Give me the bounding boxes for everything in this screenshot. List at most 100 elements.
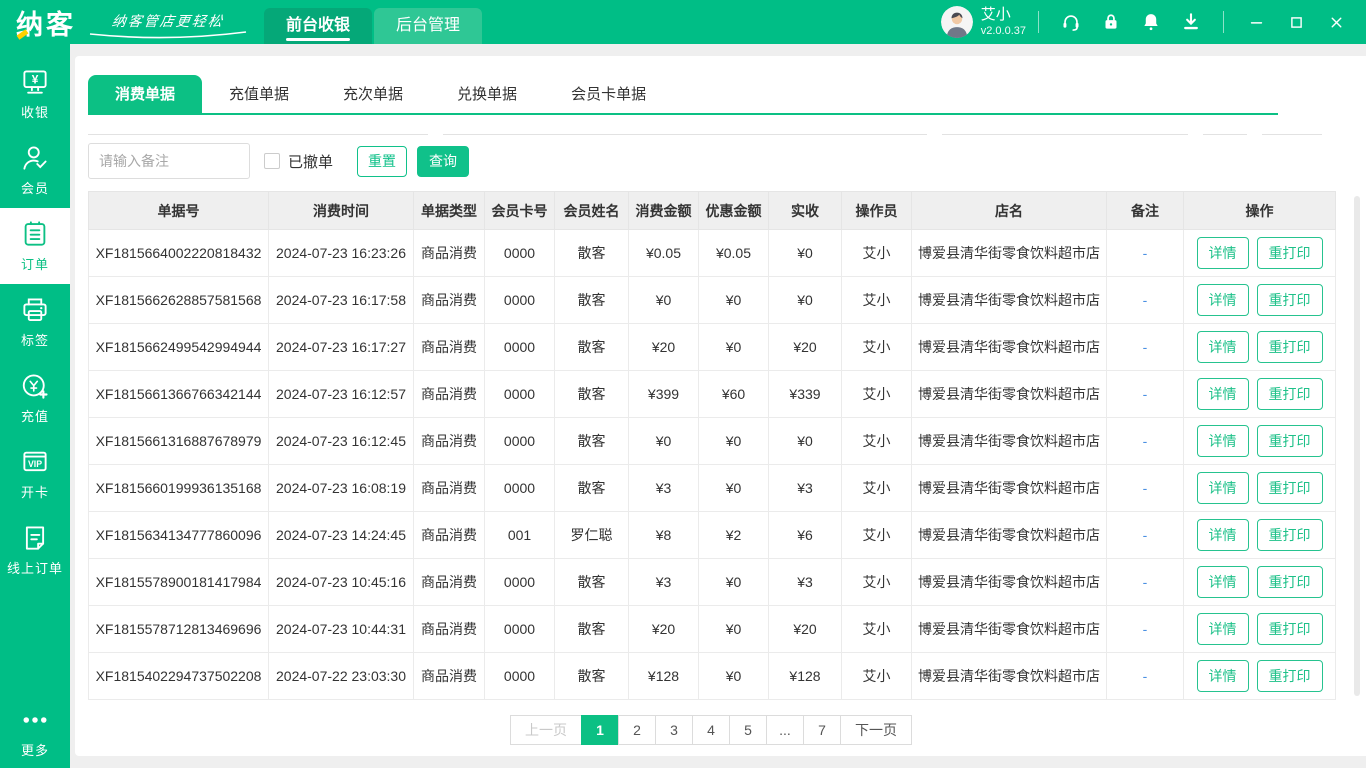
column-header-消费金额: 消费金额 <box>629 192 699 230</box>
tab-会员卡单据[interactable]: 会员卡单据 <box>544 75 673 113</box>
page-button-5[interactable]: 5 <box>729 715 767 745</box>
page-ellipsis[interactable]: ... <box>766 715 804 745</box>
reprint-button[interactable]: 重打印 <box>1257 566 1323 598</box>
column-header-单据号: 单据号 <box>89 192 269 230</box>
sidebar-item-线上订单[interactable]: 线上订单 <box>0 512 70 588</box>
cell-amount: ¥0.05 <box>629 230 699 277</box>
cancelled-checkbox-label: 已撤单 <box>288 151 333 172</box>
cell-amount: ¥399 <box>629 371 699 418</box>
reprint-button[interactable]: 重打印 <box>1257 378 1323 410</box>
page-button-2[interactable]: 2 <box>618 715 656 745</box>
close-icon[interactable] <box>1316 0 1356 44</box>
sidebar-item-订单[interactable]: 订单 <box>0 208 70 284</box>
remark-input[interactable] <box>88 143 250 179</box>
cell-actions: 详情重打印 <box>1184 324 1336 371</box>
detail-button[interactable]: 详情 <box>1197 613 1249 645</box>
lock-icon[interactable] <box>1091 0 1131 44</box>
minimize-icon[interactable] <box>1236 0 1276 44</box>
sidebar-item-会员[interactable]: 会员 <box>0 132 70 208</box>
sidebar-item-标签[interactable]: 标签 <box>0 284 70 360</box>
table-row: XF18156613168876789792024-07-23 16:12:45… <box>89 418 1336 465</box>
cell-bill_no: XF1815660199936135168 <box>89 465 269 512</box>
cell-card_no: 0000 <box>485 230 555 277</box>
filter-field-underline[interactable] <box>88 119 428 135</box>
tab-充值单据[interactable]: 充值单据 <box>202 75 316 113</box>
cell-remark: - <box>1107 512 1184 559</box>
detail-button[interactable]: 详情 <box>1197 472 1249 504</box>
cell-operator: 艾小 <box>842 230 912 277</box>
cell-remark: - <box>1107 653 1184 700</box>
cell-store: 博爱县清华街零食饮料超市店 <box>912 324 1107 371</box>
bell-icon[interactable] <box>1131 0 1171 44</box>
cell-paid: ¥339 <box>769 371 842 418</box>
reprint-button[interactable]: 重打印 <box>1257 660 1323 692</box>
detail-button[interactable]: 详情 <box>1197 237 1249 269</box>
filter-field-underline[interactable] <box>443 119 927 135</box>
detail-button[interactable]: 详情 <box>1197 378 1249 410</box>
cell-time: 2024-07-23 16:23:26 <box>269 230 414 277</box>
cell-card_no: 0000 <box>485 418 555 465</box>
tab-消费单据[interactable]: 消费单据 <box>88 75 202 113</box>
sidebar-item-更多[interactable]: 更多 <box>0 700 70 764</box>
main-nav-tabs: 前台收银后台管理 <box>264 8 484 44</box>
detail-button[interactable]: 详情 <box>1197 566 1249 598</box>
detail-button[interactable]: 详情 <box>1197 519 1249 551</box>
filter-field-underline[interactable] <box>1262 119 1322 135</box>
reset-button[interactable]: 重置 <box>357 146 407 177</box>
cell-paid: ¥20 <box>769 324 842 371</box>
reprint-button[interactable]: 重打印 <box>1257 519 1323 551</box>
label-printer-icon <box>20 295 50 325</box>
slogan-swoosh-underline <box>88 31 248 40</box>
cell-operator: 艾小 <box>842 324 912 371</box>
tab-充次单据[interactable]: 充次单据 <box>316 75 430 113</box>
sidebar-item-收银[interactable]: ¥收银 <box>0 56 70 132</box>
table-scrollbar[interactable] <box>1354 196 1360 696</box>
reprint-button[interactable]: 重打印 <box>1257 284 1323 316</box>
cell-member: 散客 <box>555 418 629 465</box>
cancelled-checkbox[interactable] <box>264 153 280 169</box>
nav-tab-active[interactable]: 前台收银 <box>264 8 372 44</box>
cell-member: 散客 <box>555 324 629 371</box>
customer-service-icon[interactable] <box>1051 0 1091 44</box>
reprint-button[interactable]: 重打印 <box>1257 613 1323 645</box>
sidebar-item-充值[interactable]: 充值 <box>0 360 70 436</box>
nav-tab-inactive[interactable]: 后台管理 <box>374 8 482 44</box>
prev-page-button: 上一页 <box>510 715 582 745</box>
download-icon[interactable] <box>1171 0 1211 44</box>
cell-discount: ¥2 <box>699 512 769 559</box>
filter-field-underline[interactable] <box>942 119 1188 135</box>
next-page-button[interactable]: 下一页 <box>840 715 912 745</box>
column-header-备注: 备注 <box>1107 192 1184 230</box>
content-card: 消费单据充值单据充次单据兑换单据会员卡单据 已撤单 重置 查询 <box>75 56 1366 756</box>
detail-button[interactable]: 详情 <box>1197 660 1249 692</box>
table-row: XF18156601999361351682024-07-23 16:08:19… <box>89 465 1336 512</box>
filter-fields-row <box>88 119 1366 135</box>
user-meta: 艾小 v2.0.0.37 <box>981 6 1026 39</box>
detail-button[interactable]: 详情 <box>1197 331 1249 363</box>
cell-store: 博爱县清华街零食饮料超市店 <box>912 559 1107 606</box>
tab-兑换单据[interactable]: 兑换单据 <box>430 75 544 113</box>
reprint-button[interactable]: 重打印 <box>1257 237 1323 269</box>
sidebar-item-开卡[interactable]: VIP开卡 <box>0 436 70 512</box>
divider <box>1223 11 1224 33</box>
cell-paid: ¥0 <box>769 418 842 465</box>
detail-button[interactable]: 详情 <box>1197 425 1249 457</box>
page-button-3[interactable]: 3 <box>655 715 693 745</box>
cell-remark: - <box>1107 277 1184 324</box>
query-button[interactable]: 查询 <box>417 146 469 177</box>
page-button-7[interactable]: 7 <box>803 715 841 745</box>
reprint-button[interactable]: 重打印 <box>1257 472 1323 504</box>
filter-field-underline[interactable] <box>1203 119 1247 135</box>
reprint-button[interactable]: 重打印 <box>1257 331 1323 363</box>
detail-button[interactable]: 详情 <box>1197 284 1249 316</box>
cell-actions: 详情重打印 <box>1184 230 1336 277</box>
maximize-icon[interactable] <box>1276 0 1316 44</box>
column-header-实收: 实收 <box>769 192 842 230</box>
cell-discount: ¥0 <box>699 606 769 653</box>
page-button-1[interactable]: 1 <box>581 715 619 745</box>
order-icon <box>20 219 50 249</box>
page-button-4[interactable]: 4 <box>692 715 730 745</box>
avatar[interactable] <box>941 6 973 38</box>
cell-discount: ¥0 <box>699 559 769 606</box>
reprint-button[interactable]: 重打印 <box>1257 425 1323 457</box>
